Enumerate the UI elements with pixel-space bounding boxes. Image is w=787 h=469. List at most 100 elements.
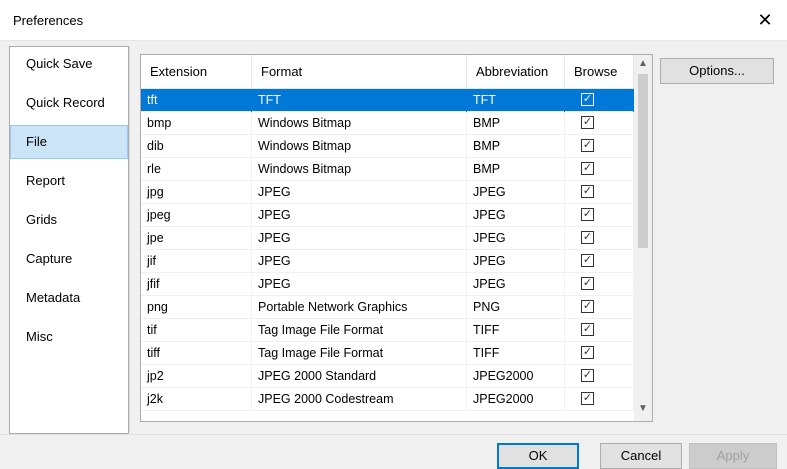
cell-extension: j2k: [141, 388, 252, 411]
cell-format: JPEG 2000 Codestream: [252, 388, 467, 411]
chevron-up-icon[interactable]: ▲: [634, 55, 652, 72]
close-button[interactable]: ✕: [743, 0, 787, 40]
cell-abbreviation: JPEG: [467, 181, 565, 204]
window-title: Preferences: [13, 13, 84, 28]
checkmark-icon: ✓: [582, 346, 593, 358]
cell-extension: jpeg: [141, 204, 252, 227]
table-row[interactable]: dib Windows Bitmap BMP ✓: [141, 135, 634, 158]
checkmark-icon: ✓: [582, 277, 593, 289]
cell-extension: tft: [141, 89, 252, 112]
cell-extension: bmp: [141, 112, 252, 135]
table-row[interactable]: jif JPEG JPEG ✓: [141, 250, 634, 273]
browse-checkbox[interactable]: ✓: [581, 254, 594, 267]
browse-checkbox[interactable]: ✓: [581, 323, 594, 336]
table-row[interactable]: bmp Windows Bitmap BMP ✓: [141, 112, 634, 135]
cell-extension: jfif: [141, 273, 252, 296]
table-row[interactable]: jpeg JPEG JPEG ✓: [141, 204, 634, 227]
browse-checkbox[interactable]: ✓: [581, 116, 594, 129]
column-header-abbreviation[interactable]: Abbreviation: [467, 55, 565, 88]
cell-abbreviation: BMP: [467, 158, 565, 181]
cell-format: Tag Image File Format: [252, 319, 467, 342]
scrollbar-thumb[interactable]: [638, 74, 648, 248]
cell-abbreviation: JPEG2000: [467, 365, 565, 388]
cell-browse: ✓: [565, 135, 634, 158]
vertical-scrollbar[interactable]: ▲ ▼: [634, 55, 652, 421]
cell-format: JPEG: [252, 250, 467, 273]
sidebar-item-metadata[interactable]: Metadata: [10, 281, 128, 315]
cell-extension: png: [141, 296, 252, 319]
table-row[interactable]: j2k JPEG 2000 Codestream JPEG2000 ✓: [141, 388, 634, 411]
browse-checkbox[interactable]: ✓: [581, 300, 594, 313]
browse-checkbox[interactable]: ✓: [581, 231, 594, 244]
cell-browse: ✓: [565, 388, 634, 411]
cell-extension: jif: [141, 250, 252, 273]
sidebar-item-quick-record[interactable]: Quick Record: [10, 86, 128, 120]
sidebar-item-capture[interactable]: Capture: [10, 242, 128, 276]
cell-extension: dib: [141, 135, 252, 158]
table-row[interactable]: tft TFT TFT ✓: [141, 89, 634, 112]
browse-checkbox[interactable]: ✓: [581, 93, 594, 106]
checkmark-icon: ✓: [582, 323, 593, 335]
cell-browse: ✓: [565, 273, 634, 296]
apply-button[interactable]: Apply: [689, 443, 777, 469]
file-extension-table: Extension Format Abbreviation Browse tft…: [140, 54, 653, 422]
sidebar-item-file[interactable]: File: [10, 125, 128, 159]
cell-format: JPEG: [252, 181, 467, 204]
browse-checkbox[interactable]: ✓: [581, 162, 594, 175]
title-bar: Preferences ✕: [0, 0, 787, 41]
table-row[interactable]: jpg JPEG JPEG ✓: [141, 181, 634, 204]
checkmark-icon: ✓: [582, 185, 593, 197]
checkmark-icon: ✓: [582, 162, 593, 174]
sidebar-item-quick-save[interactable]: Quick Save: [10, 47, 128, 81]
cell-abbreviation: JPEG: [467, 227, 565, 250]
cell-abbreviation: TIFF: [467, 319, 565, 342]
cell-extension: jpg: [141, 181, 252, 204]
cell-browse: ✓: [565, 89, 634, 112]
cell-browse: ✓: [565, 181, 634, 204]
table-row[interactable]: jp2 JPEG 2000 Standard JPEG2000 ✓: [141, 365, 634, 388]
sidebar-item-report[interactable]: Report: [10, 164, 128, 198]
table-row[interactable]: tiff Tag Image File Format TIFF ✓: [141, 342, 634, 365]
column-header-format[interactable]: Format: [252, 55, 467, 88]
cell-browse: ✓: [565, 250, 634, 273]
cancel-button[interactable]: Cancel: [600, 443, 682, 469]
cell-extension: tiff: [141, 342, 252, 365]
cell-browse: ✓: [565, 227, 634, 250]
cell-format: JPEG: [252, 273, 467, 296]
checkmark-icon: ✓: [582, 254, 593, 266]
sidebar-item-misc[interactable]: Misc: [10, 320, 128, 354]
options-button[interactable]: Options...: [660, 58, 774, 84]
ok-button[interactable]: OK: [497, 443, 579, 469]
browse-checkbox[interactable]: ✓: [581, 139, 594, 152]
cell-format: Portable Network Graphics: [252, 296, 467, 319]
sidebar-nav: Quick Save Quick Record File Report Grids Cap…: [9, 46, 129, 434]
browse-checkbox[interactable]: ✓: [581, 277, 594, 290]
column-header-browse[interactable]: Browse: [565, 55, 634, 88]
chevron-down-icon[interactable]: ▼: [634, 400, 652, 417]
panel-divider: [129, 46, 130, 432]
close-icon: ✕: [757, 9, 773, 30]
table-row[interactable]: jpe JPEG JPEG ✓: [141, 227, 634, 250]
browse-checkbox[interactable]: ✓: [581, 208, 594, 221]
table-row[interactable]: rle Windows Bitmap BMP ✓: [141, 158, 634, 181]
table-row[interactable]: tif Tag Image File Format TIFF ✓: [141, 319, 634, 342]
column-header-extension[interactable]: Extension: [141, 55, 252, 88]
cell-format: Windows Bitmap: [252, 135, 467, 158]
browse-checkbox[interactable]: ✓: [581, 346, 594, 359]
table-row[interactable]: jfif JPEG JPEG ✓: [141, 273, 634, 296]
table-row[interactable]: png Portable Network Graphics PNG ✓: [141, 296, 634, 319]
cell-extension: jp2: [141, 365, 252, 388]
sidebar-item-grids[interactable]: Grids: [10, 203, 128, 237]
browse-checkbox[interactable]: ✓: [581, 185, 594, 198]
cell-browse: ✓: [565, 296, 634, 319]
cell-browse: ✓: [565, 158, 634, 181]
cell-abbreviation: JPEG: [467, 250, 565, 273]
checkmark-icon: ✓: [582, 116, 593, 128]
cell-extension: rle: [141, 158, 252, 181]
checkmark-icon: ✓: [582, 231, 593, 243]
cell-abbreviation: JPEG2000: [467, 388, 565, 411]
browse-checkbox[interactable]: ✓: [581, 392, 594, 405]
footer-divider: [0, 434, 787, 435]
browse-checkbox[interactable]: ✓: [581, 369, 594, 382]
cell-browse: ✓: [565, 365, 634, 388]
